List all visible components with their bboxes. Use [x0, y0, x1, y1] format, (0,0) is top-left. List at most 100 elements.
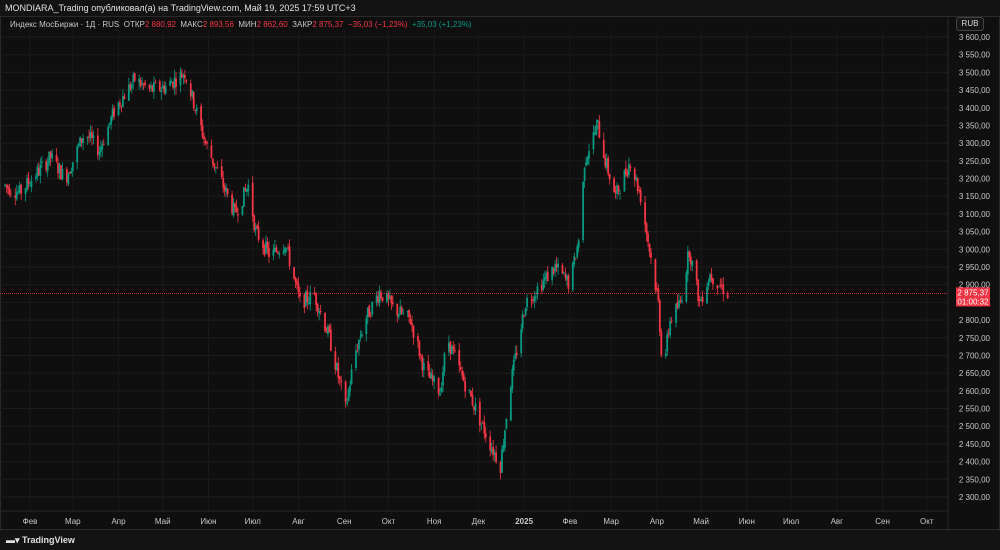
- candle-body: [358, 339, 360, 350]
- y-tick-label: 3 000,00: [959, 245, 991, 254]
- candle-body: [489, 436, 492, 451]
- candle-body: [644, 202, 646, 225]
- y-tick-label: 2 650,00: [959, 369, 991, 378]
- candlestick-chart[interactable]: 3 600,00 3 550,00 3 500,00 3 450,00 3 400,00…: [0, 0, 1000, 530]
- candle-body: [636, 178, 639, 192]
- y-tick-label: 3 100,00: [959, 210, 991, 219]
- candle-body: [71, 162, 74, 172]
- candle-body: [160, 89, 163, 93]
- y-tick-label: 2 400,00: [959, 458, 991, 467]
- candle-body: [9, 193, 12, 195]
- candle-body: [20, 184, 23, 194]
- candle-body: [210, 145, 213, 159]
- candle-body: [685, 272, 688, 302]
- currency-button[interactable]: RUB: [956, 17, 984, 31]
- candle-body: [133, 73, 136, 81]
- candle-body: [257, 227, 260, 240]
- candle-body: [46, 162, 49, 172]
- candle-body: [629, 166, 632, 168]
- candle-body: [613, 178, 615, 193]
- candle-body: [402, 312, 405, 314]
- x-tick-label: Окт: [382, 517, 396, 526]
- x-tick-label: Май: [155, 517, 171, 526]
- y-tick-label: 2 350,00: [959, 475, 991, 484]
- candle-body: [480, 423, 483, 425]
- candle-body: [275, 247, 278, 252]
- candle-body: [526, 298, 528, 308]
- x-tick-label: Ноя: [427, 517, 442, 526]
- x-tick-label: Сен: [875, 517, 890, 526]
- candle-body: [619, 193, 621, 194]
- y-tick-label: 2 700,00: [959, 351, 991, 360]
- candle-body: [412, 325, 415, 338]
- candle-body: [509, 387, 512, 421]
- candle-body: [598, 121, 601, 138]
- candle-body: [288, 246, 291, 266]
- candle-body: [433, 376, 436, 383]
- candle-body: [583, 167, 586, 181]
- y-tick-label: 3 300,00: [959, 139, 991, 148]
- open-value: 2 880,92: [144, 20, 176, 29]
- candle-body: [535, 296, 537, 298]
- tradingview-logo-icon: ▬▾: [6, 535, 23, 545]
- candle-body: [338, 376, 341, 380]
- candle-body: [330, 329, 332, 351]
- x-tick-label: Мар: [603, 517, 619, 526]
- y-tick-label: 3 150,00: [959, 192, 991, 201]
- candle-body: [397, 314, 400, 317]
- y-tick-label: 3 450,00: [959, 86, 991, 95]
- x-tick-label: Май: [693, 517, 709, 526]
- candle-body: [247, 184, 250, 192]
- x-tick-label: Апр: [650, 517, 665, 526]
- candle-body: [504, 430, 506, 448]
- candle-body: [39, 164, 42, 176]
- close-label: ЗАКР: [292, 20, 313, 29]
- candle-body: [237, 213, 239, 216]
- candle-body: [408, 309, 410, 318]
- candle-body: [130, 83, 133, 89]
- candle-body: [464, 381, 467, 392]
- candle-body: [459, 367, 462, 370]
- x-tick-label: Июн: [739, 517, 755, 526]
- candle-body: [297, 284, 300, 293]
- candle-body: [355, 350, 357, 368]
- candle-body: [55, 155, 58, 162]
- candle-body: [726, 294, 729, 299]
- candle-body: [453, 349, 456, 352]
- x-tick-label: Сен: [337, 517, 352, 526]
- change-value: −35,03 (−1,23%): [347, 20, 408, 29]
- candle-body: [123, 96, 126, 100]
- y-tick-label: 3 350,00: [959, 121, 991, 130]
- candle-body: [113, 107, 115, 117]
- brand-label: TradingView: [22, 535, 75, 545]
- x-tick-label: Июл: [245, 517, 262, 526]
- candle-body: [347, 389, 350, 401]
- x-tick-label: Июл: [783, 517, 800, 526]
- symbol-name[interactable]: Индекс МосБиржи · 1Д · RUS: [10, 20, 119, 29]
- candle-body: [442, 371, 444, 386]
- candle-body: [582, 181, 585, 241]
- candle-body: [206, 142, 208, 144]
- candle-body: [567, 275, 570, 289]
- candle-body: [285, 248, 288, 249]
- x-tick-label: Дек: [472, 517, 486, 526]
- candle-body: [175, 78, 177, 87]
- candle-body: [356, 350, 359, 351]
- candle-body: [524, 308, 527, 316]
- candle-body: [92, 135, 95, 138]
- candle-body: [169, 80, 172, 86]
- candle-body: [324, 312, 326, 332]
- candle-body: [40, 161, 43, 164]
- candle-body: [557, 263, 559, 268]
- candle-body: [368, 305, 371, 317]
- y-tick-label: 2 550,00: [959, 405, 991, 414]
- candle-body: [371, 301, 374, 315]
- candle-body: [35, 176, 37, 179]
- candle-body: [439, 393, 441, 396]
- candle-body: [523, 316, 526, 317]
- candle-body: [201, 125, 204, 138]
- candle-body: [717, 286, 720, 288]
- candle-body: [67, 173, 70, 184]
- candle-body: [419, 354, 422, 356]
- change-value-alt: +35,03 (+1,23%): [412, 20, 472, 29]
